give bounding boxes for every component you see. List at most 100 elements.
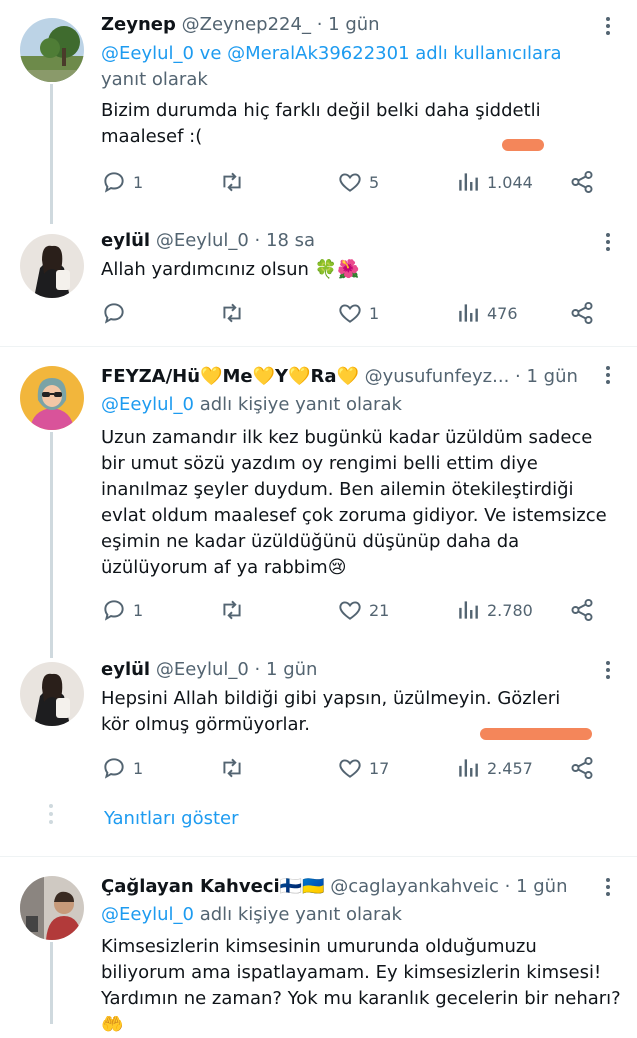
share-button[interactable] xyxy=(569,167,595,197)
like-count: 17 xyxy=(369,758,390,778)
avatar[interactable] xyxy=(20,234,84,298)
share-icon xyxy=(571,756,593,780)
share-icon xyxy=(571,301,593,325)
analytics-icon xyxy=(459,304,478,322)
reply-button[interactable]: 1 xyxy=(101,595,143,625)
reply-icon xyxy=(104,172,124,193)
more-replies-dots xyxy=(49,804,53,828)
tweet-actions: 1 21 2.780 xyxy=(101,595,601,625)
reply-icon xyxy=(104,303,124,324)
reply-count: 1 xyxy=(133,758,144,778)
view-count: 2.457 xyxy=(487,758,533,778)
separator-dot: · xyxy=(254,659,261,680)
tweet-header: Çağlayan Kahveci🇫🇮🇺🇦 @caglayankahveic · … xyxy=(101,876,597,897)
more-options-icon[interactable] xyxy=(605,17,611,38)
reply-suffix: yanıt olarak xyxy=(101,69,208,90)
reply-button[interactable]: 1 xyxy=(101,753,143,783)
thread-line xyxy=(50,942,53,1024)
author-handle[interactable]: @Eeylul_0 xyxy=(156,659,249,680)
like-count: 1 xyxy=(369,303,380,323)
timestamp[interactable]: 1 gün xyxy=(328,14,379,35)
reply-button[interactable] xyxy=(101,298,133,328)
analytics-icon xyxy=(459,601,478,619)
heart-icon xyxy=(339,601,361,620)
timestamp[interactable]: 1 gün xyxy=(527,366,578,387)
like-count: 5 xyxy=(369,172,380,192)
share-button[interactable] xyxy=(569,298,595,328)
retweet-button[interactable] xyxy=(219,753,251,783)
author-name[interactable]: FEYZA/Hü💛Me💛Y💛Ra💛 xyxy=(101,366,359,387)
divider xyxy=(0,856,637,857)
like-button[interactable]: 17 xyxy=(337,753,389,783)
timestamp[interactable]: 1 gün xyxy=(266,659,317,680)
retweet-button[interactable] xyxy=(219,595,251,625)
author-name[interactable]: eylül xyxy=(101,659,150,680)
tweet-actions: 1 476 xyxy=(101,298,601,328)
retweet-button[interactable] xyxy=(219,167,251,197)
show-replies-link[interactable]: Yanıtları göster xyxy=(104,808,239,829)
heart-icon xyxy=(339,759,361,778)
reply-count: 1 xyxy=(133,172,144,192)
view-count: 476 xyxy=(487,303,518,323)
author-handle[interactable]: @Eeylul_0 xyxy=(156,230,249,251)
reply-suffix: adlı kişiye yanıt olarak xyxy=(193,904,402,925)
views-button[interactable]: 476 xyxy=(455,298,518,328)
more-options-icon[interactable] xyxy=(605,878,611,899)
tweet-header: eylül @Eeylul_0 · 18 sa xyxy=(101,230,597,251)
avatar[interactable] xyxy=(20,876,84,940)
retweet-icon xyxy=(223,600,241,620)
like-button[interactable]: 5 xyxy=(337,167,379,197)
retweet-button[interactable] xyxy=(219,298,251,328)
tweet-actions: 1 5 1.044 xyxy=(101,167,601,197)
heart-icon xyxy=(339,173,361,192)
retweet-icon xyxy=(223,172,241,192)
author-handle[interactable]: @Zeynep224_ xyxy=(182,14,311,35)
author-name[interactable]: Çağlayan Kahveci🇫🇮🇺🇦 xyxy=(101,876,324,897)
highlight-mark xyxy=(480,728,592,740)
author-handle[interactable]: @yusufunfeyz... xyxy=(365,366,510,387)
thread-line xyxy=(50,84,53,224)
separator-dot: · xyxy=(316,14,323,35)
reply-users-link[interactable]: @Eeylul_0 ve @MeralAk39622301 adlı kulla… xyxy=(101,43,562,64)
timestamp[interactable]: 18 sa xyxy=(266,230,315,251)
separator-dot: · xyxy=(515,366,521,387)
views-button[interactable]: 2.780 xyxy=(455,595,533,625)
reply-users-link[interactable]: @Eeylul_0 xyxy=(101,904,194,925)
views-button[interactable]: 1.044 xyxy=(455,167,533,197)
reply-context: @Eeylul_0 ve @MeralAk39622301 adlı kulla… xyxy=(101,41,609,93)
tweet-text: Kimsesizlerin kimsesinin umurunda olduğu… xyxy=(101,936,621,1035)
separator-dot: · xyxy=(504,876,511,897)
author-name[interactable]: Zeynep xyxy=(101,14,176,35)
reply-count: 1 xyxy=(133,600,144,620)
share-icon xyxy=(571,170,593,194)
author-handle[interactable]: @caglayankahveic xyxy=(330,876,499,897)
reply-button[interactable]: 1 xyxy=(101,167,143,197)
analytics-icon xyxy=(459,759,478,777)
author-name[interactable]: eylül xyxy=(101,230,150,251)
avatar[interactable] xyxy=(20,366,84,430)
avatar[interactable] xyxy=(20,662,84,726)
share-button[interactable] xyxy=(569,595,595,625)
thread-line xyxy=(50,432,53,658)
view-count: 1.044 xyxy=(487,172,533,192)
heart-icon xyxy=(339,304,361,323)
share-icon xyxy=(571,598,593,622)
retweet-icon xyxy=(223,303,241,323)
more-options-icon[interactable] xyxy=(605,366,611,387)
more-options-icon[interactable] xyxy=(605,233,611,254)
reply-users-link[interactable]: @Eeylul_0 xyxy=(101,394,194,415)
divider xyxy=(0,346,637,347)
view-count: 2.780 xyxy=(487,600,533,620)
analytics-icon xyxy=(459,173,478,191)
timestamp[interactable]: 1 gün xyxy=(516,876,567,897)
like-button[interactable]: 1 xyxy=(337,298,379,328)
more-options-icon[interactable] xyxy=(605,661,611,682)
tweet-text: Allah yardımcınız olsun 🍀🌺 xyxy=(101,259,360,280)
share-button[interactable] xyxy=(569,753,595,783)
reply-context: @Eeylul_0 adlı kişiye yanıt olarak xyxy=(101,902,609,928)
reply-icon xyxy=(104,758,124,779)
views-button[interactable]: 2.457 xyxy=(455,753,533,783)
avatar[interactable] xyxy=(20,18,84,82)
tweet-header: Zeynep @Zeynep224_ · 1 gün xyxy=(101,14,597,35)
like-button[interactable]: 21 xyxy=(337,595,389,625)
